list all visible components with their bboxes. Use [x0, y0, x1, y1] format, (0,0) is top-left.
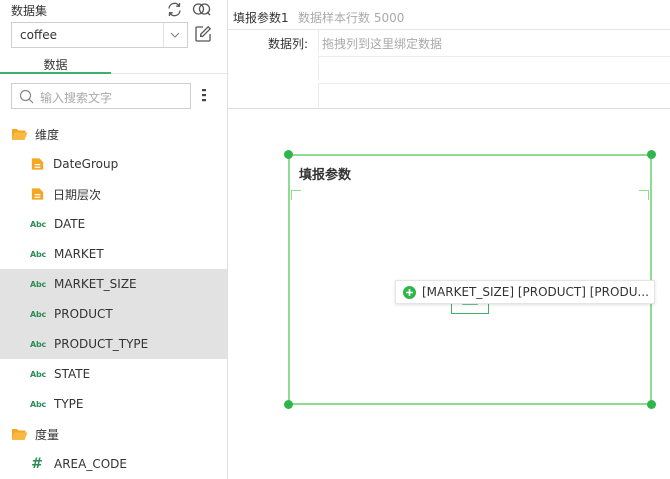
tab-data[interactable]: 数据	[0, 56, 111, 73]
tree-folder-dategroup[interactable]: DateGroup	[0, 149, 227, 179]
data-columns-slot[interactable]	[318, 83, 670, 107]
inner-corner-mark	[639, 190, 649, 200]
dataset-switch-icon[interactable]	[192, 0, 212, 18]
text-type-icon: Abc	[30, 399, 47, 409]
text-type-icon: Abc	[30, 309, 47, 319]
tree-label: DateGroup	[53, 157, 119, 171]
tree-folder-date-hierarchy[interactable]: 日期层次	[0, 179, 227, 209]
text-type-icon: Abc	[30, 339, 47, 349]
folder-open-icon	[12, 429, 28, 440]
resize-handle-bottom-left[interactable]	[284, 400, 293, 409]
text-type-icon: Abc	[30, 219, 47, 229]
data-columns-label: 数据列:	[268, 37, 309, 51]
tree-field-product[interactable]: Abc PRODUCT	[0, 299, 227, 329]
inner-corner-mark	[291, 190, 301, 200]
sample-rows-info: 数据样本行数 5000	[298, 11, 405, 25]
tree-folder-dimensions[interactable]: 维度	[0, 119, 227, 149]
tree-label: DATE	[54, 217, 86, 231]
data-columns-slot[interactable]	[318, 56, 670, 80]
tree-field-date[interactable]: Abc DATE	[0, 209, 227, 239]
resize-handle-top-right[interactable]	[647, 150, 656, 159]
drag-preview-text: [MARKET_SIZE] [PRODUCT] [PRODU...	[422, 285, 649, 299]
tree-label: MARKET_SIZE	[54, 277, 137, 291]
data-columns-panel: 数据列: 拖拽列到这里绑定数据	[228, 30, 670, 109]
tree-label: STATE	[54, 367, 91, 381]
data-columns-dropzone[interactable]: 拖拽列到这里绑定数据	[318, 30, 670, 54]
chevron-down-icon[interactable]	[168, 28, 182, 42]
tree-label: AREA_CODE	[54, 457, 127, 471]
edit-dataset-icon[interactable]	[193, 25, 213, 43]
search-icon	[19, 89, 34, 104]
text-type-icon: Abc	[30, 279, 47, 289]
more-menu-icon[interactable]	[199, 86, 209, 104]
tree-label: MARKET	[54, 247, 104, 261]
dataset-header: 数据集	[11, 4, 48, 18]
tree-label: 维度	[35, 127, 60, 142]
tree-folder-measures[interactable]: 度量	[0, 419, 227, 449]
tree-label: 度量	[35, 427, 60, 442]
tree-label: PRODUCT_TYPE	[54, 337, 149, 351]
tree-field-market-size[interactable]: Abc MARKET_SIZE	[0, 269, 227, 299]
dropzone-placeholder: 拖拽列到这里绑定数据	[322, 37, 443, 51]
design-canvas[interactable]: 填报参数 [MARKET_SIZE] [PRODUCT] [PRODU...	[228, 110, 670, 479]
resize-handle-bottom-right[interactable]	[647, 400, 656, 409]
tab-active-indicator	[0, 72, 111, 74]
dataset-select[interactable]: coffee	[11, 22, 188, 48]
select-divider	[163, 23, 164, 47]
field-search-input[interactable]: 输入搜索文字	[11, 83, 191, 109]
tree-label: 日期层次	[53, 187, 102, 202]
tree-field-product-type[interactable]: Abc PRODUCT_TYPE	[0, 329, 227, 359]
component-name: 填报参数1	[233, 11, 289, 25]
number-type-icon: #	[31, 456, 43, 472]
component-title: 填报参数	[299, 168, 352, 183]
refresh-icon[interactable]	[164, 0, 184, 18]
tree-field-type[interactable]: Abc TYPE	[0, 389, 227, 419]
dataset-value: coffee	[20, 28, 57, 42]
resize-handle-top-left[interactable]	[284, 150, 293, 159]
data-panel: 数据集 coffee 数据 输入搜索文字 维度 DateGroup 日期层次 A…	[0, 0, 228, 479]
component-header: 填报参数1 数据样本行数 5000	[228, 0, 670, 30]
search-placeholder: 输入搜索文字	[40, 91, 113, 105]
tree-field-market[interactable]: Abc MARKET	[0, 239, 227, 269]
drag-preview-tooltip: [MARKET_SIZE] [PRODUCT] [PRODU...	[395, 280, 655, 304]
add-circle-icon	[403, 285, 416, 299]
folder-file-icon	[31, 158, 44, 170]
tree-field-state[interactable]: Abc STATE	[0, 359, 227, 389]
text-type-icon: Abc	[30, 369, 47, 379]
tree-label: TYPE	[54, 397, 84, 411]
folder-file-icon	[31, 188, 44, 200]
folder-open-icon	[12, 129, 28, 140]
text-type-icon: Abc	[30, 249, 47, 259]
tree-label: PRODUCT	[54, 307, 113, 321]
tree-field-area-code[interactable]: # AREA_CODE	[0, 449, 227, 479]
